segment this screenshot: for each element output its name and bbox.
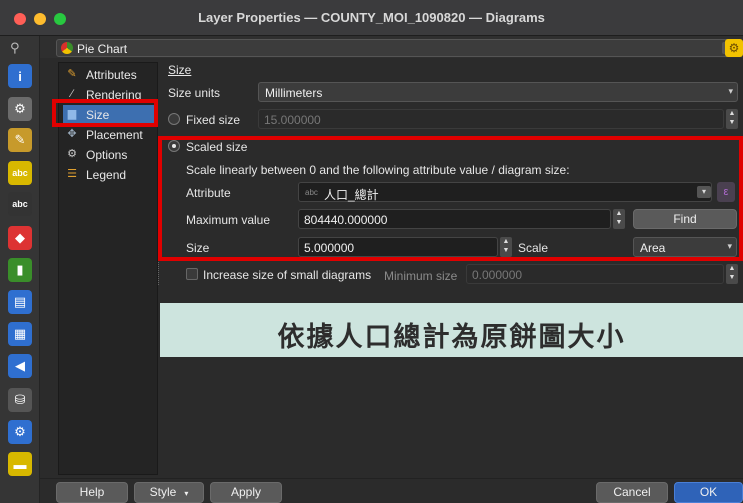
string-field-type-icon: abc — [305, 188, 318, 197]
nav-item-label: Attributes — [86, 68, 137, 82]
nav-item-label: Options — [86, 148, 128, 162]
auxiliary-storage-icon[interactable]: ⛁ — [8, 388, 32, 412]
display-icon[interactable]: ▬ — [8, 452, 32, 476]
nav-item-attributes[interactable]: ✎ Attributes — [63, 65, 155, 84]
fixed-size-label: Fixed size — [186, 113, 241, 127]
fixed-size-input[interactable]: 15.000000 — [258, 109, 724, 129]
section-title-size: Size — [168, 63, 192, 77]
increase-small-diagrams-checkbox[interactable] — [186, 268, 198, 280]
symbology-icon[interactable]: ✎ — [8, 128, 32, 152]
scale-method-value: Area — [640, 241, 666, 255]
attribute-value: 人口_總計 — [324, 188, 379, 202]
nav-item-label: Legend — [86, 168, 127, 182]
scale-method-select[interactable]: Area ▾ — [633, 237, 737, 257]
size-units-label: Size units — [168, 86, 221, 100]
ok-button[interactable]: OK — [674, 482, 743, 503]
labels-icon[interactable]: abc — [8, 161, 32, 185]
nav-item-label: Placement — [86, 128, 143, 142]
scale-label: Scale — [518, 241, 549, 255]
fixed-size-radio[interactable] — [168, 113, 180, 125]
chevron-down-icon[interactable]: ▾ — [697, 186, 711, 198]
search-icon[interactable]: ⚲ — [10, 40, 20, 56]
maximum-value-label: Maximum value — [186, 213, 271, 227]
scaled-size-description: Scale linearly between 0 and the followi… — [186, 163, 570, 177]
attributes-icon: ✎ — [67, 68, 77, 80]
chevron-down-icon: ▾ — [727, 241, 732, 251]
size-nav-highlight-box — [52, 99, 158, 127]
caption-text: 依據人口總計為原餅圖大小 — [277, 322, 626, 353]
title-bar: Layer Properties — COUNTY_MOI_1090820 — … — [0, 0, 743, 36]
nav-item-legend[interactable]: ☰ Legend — [63, 165, 155, 184]
source-icon[interactable]: ⚙ — [8, 97, 32, 121]
gear-icon: ⚙ — [728, 41, 740, 55]
nav-item-options[interactable]: ⚙ Options — [63, 145, 155, 164]
expression-builder-button[interactable]: ε — [717, 182, 735, 202]
actions-icon[interactable]: ⚙ — [8, 420, 32, 444]
placement-icon: ✥ — [67, 128, 77, 140]
increase-small-diagrams-label: Increase size of small diagrams — [203, 268, 372, 282]
caption-banner: 依據人口總計為原餅圖大小 — [160, 303, 743, 357]
3d-view-icon[interactable]: ◆ — [8, 226, 32, 250]
attribute-field-select[interactable]: 人口_總計 — [298, 182, 712, 202]
size-units-value: Millimeters — [265, 86, 323, 100]
legend-icon: ☰ — [67, 168, 77, 180]
fields-icon[interactable]: ▤ — [8, 290, 32, 314]
minimum-size-input[interactable]: 0.000000 — [466, 264, 724, 284]
renderer-settings-button[interactable]: ⚙ — [725, 39, 743, 57]
scaled-size-radio[interactable] — [168, 140, 180, 152]
style-button-label: Style — [149, 485, 177, 499]
renderer-row: Pie Chart ▾ ⚙ — [40, 36, 743, 58]
diagrams-icon[interactable]: ▮ — [8, 258, 32, 282]
renderer-type-select[interactable]: Pie Chart ▾ — [56, 39, 740, 57]
options-icon: ⚙ — [67, 148, 77, 160]
attributes-form-icon[interactable]: ▦ — [8, 322, 32, 346]
cancel-button[interactable]: Cancel — [596, 482, 668, 503]
pie-chart-icon — [61, 42, 73, 54]
masks-icon[interactable]: abc — [8, 192, 32, 216]
window-title: Layer Properties — COUNTY_MOI_1090820 — … — [198, 10, 545, 25]
apply-button[interactable]: Apply — [210, 482, 282, 503]
size-units-select[interactable]: Millimeters ▾ — [258, 82, 738, 102]
maximum-value-input[interactable]: 804440.000000 — [298, 209, 611, 229]
epsilon-icon: ε — [723, 186, 729, 198]
minimum-size-stepper[interactable]: ▲ ▼ — [726, 264, 738, 284]
information-icon[interactable]: i — [8, 64, 32, 88]
renderer-type-label: Pie Chart — [77, 42, 128, 56]
nav-item-placement[interactable]: ✥ Placement — [63, 125, 155, 144]
style-menu-button[interactable]: Style ▾ — [134, 482, 204, 503]
minimum-size-label: Minimum size — [384, 269, 458, 283]
scaled-size-label: Scaled size — [186, 140, 248, 154]
attribute-label: Attribute — [186, 186, 231, 200]
find-button[interactable]: Find — [633, 209, 737, 229]
size-input[interactable]: 5.000000 — [298, 237, 498, 257]
fixed-size-stepper[interactable]: ▲ ▼ — [726, 109, 738, 129]
maximum-value-stepper[interactable]: ▲ ▼ — [613, 209, 625, 229]
size-stepper[interactable]: ▲ ▼ — [500, 237, 512, 257]
joins-icon[interactable]: ◀ — [8, 354, 32, 378]
chevron-down-icon: ▾ — [184, 489, 189, 498]
help-button[interactable]: Help — [56, 482, 128, 503]
size-label: Size — [186, 241, 210, 255]
chevron-down-icon: ▾ — [728, 86, 733, 96]
